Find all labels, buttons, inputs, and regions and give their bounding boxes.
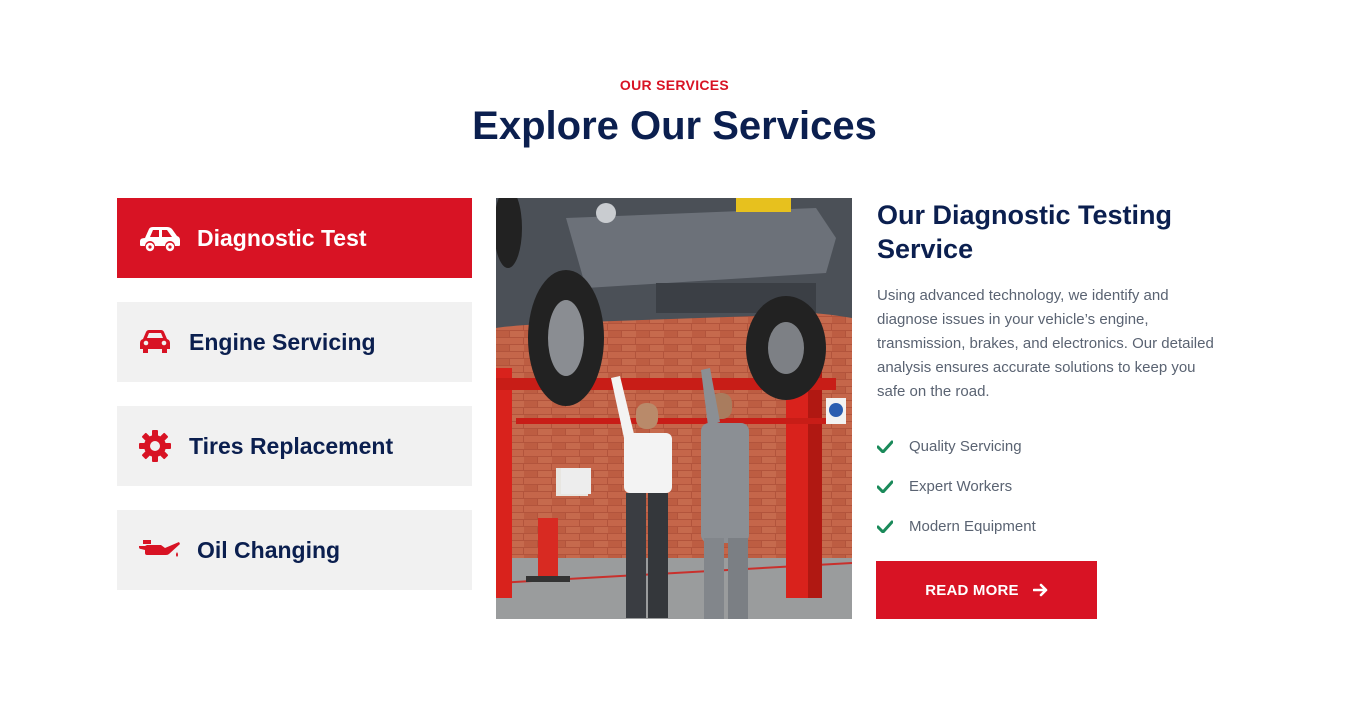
car-front-icon — [139, 320, 183, 364]
feature-item: Expert Workers — [877, 466, 1222, 506]
tab-tires-replacement[interactable]: Tires Replacement — [117, 406, 472, 486]
section-title: Explore Our Services — [472, 104, 877, 148]
service-tab-list: Diagnostic Test Engine Servicing Tires R… — [117, 198, 472, 614]
feature-label: Expert Workers — [909, 477, 1013, 495]
service-detail-panel: Our Diagnostic Testing Service Using adv… — [877, 198, 1222, 546]
detail-title: Our Diagnostic Testing Service — [877, 200, 1173, 264]
service-photo-mechanics-under-car — [496, 198, 852, 619]
tab-label: Diagnostic Test — [197, 224, 367, 251]
car-side-icon — [139, 216, 183, 260]
read-more-button[interactable]: READ MORE — [876, 561, 1097, 619]
section-eyebrow: OUR SERVICES — [619, 77, 730, 93]
tab-label: Engine Servicing — [189, 328, 376, 355]
check-icon — [877, 480, 909, 493]
feature-list: Quality Servicing Expert Workers Modern … — [877, 426, 1222, 546]
tab-engine-servicing[interactable]: Engine Servicing — [117, 302, 472, 382]
tab-label: Oil Changing — [197, 536, 341, 563]
detail-description: Using advanced technology, we identify a… — [877, 287, 1214, 400]
feature-label: Modern Equipment — [909, 517, 1036, 535]
arrow-right-icon — [1032, 583, 1048, 597]
check-icon — [877, 520, 909, 533]
tab-oil-changing[interactable]: Oil Changing — [117, 510, 472, 590]
feature-item: Modern Equipment — [877, 506, 1222, 546]
oil-can-icon — [139, 528, 183, 572]
cog-icon — [139, 424, 183, 468]
tab-label: Tires Replacement — [189, 432, 394, 459]
feature-label: Quality Servicing — [909, 437, 1022, 455]
feature-item: Quality Servicing — [877, 426, 1222, 466]
check-icon — [877, 440, 909, 453]
tab-diagnostic-test[interactable]: Diagnostic Test — [117, 198, 472, 278]
read-more-label: READ MORE — [925, 581, 1019, 599]
